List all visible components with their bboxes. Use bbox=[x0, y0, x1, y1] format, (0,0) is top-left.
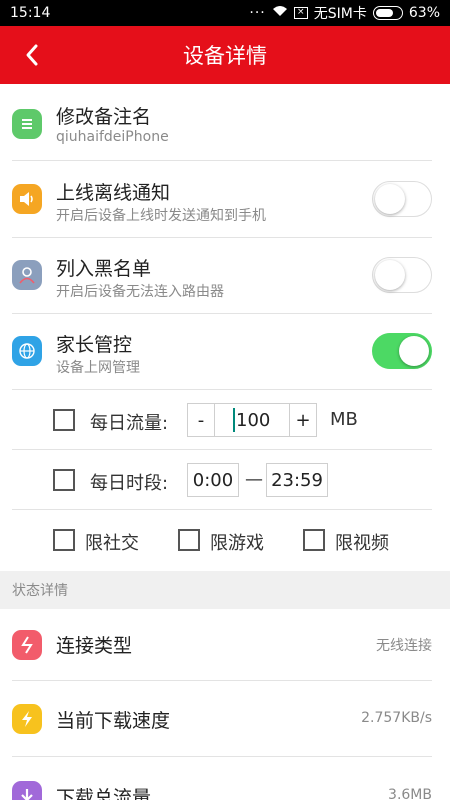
limit-social-label: 限社交 bbox=[85, 533, 139, 554]
divider bbox=[12, 160, 432, 161]
connection-type-label: 连接类型 bbox=[56, 635, 133, 657]
speaker-icon bbox=[12, 184, 42, 214]
dots-icon: ··· bbox=[249, 5, 266, 21]
battery-icon bbox=[372, 6, 403, 20]
connection-type-row: 连接类型 无线连接 bbox=[0, 609, 450, 681]
status-bar: 15:14 ··· × 无SIM卡 63% bbox=[0, 0, 450, 26]
chevron-left-icon bbox=[26, 44, 38, 66]
user-icon bbox=[12, 260, 42, 290]
rename-row[interactable]: 修改备注名 qiuhaifdeiPhone bbox=[0, 84, 450, 162]
back-button[interactable] bbox=[18, 39, 46, 71]
traffic-value: 100 bbox=[236, 409, 271, 431]
daily-traffic-row: 每日流量: - 100 + MB bbox=[0, 390, 450, 450]
battery-percent: 63% bbox=[408, 5, 440, 21]
status-time: 15:14 bbox=[10, 5, 51, 21]
online-notify-desc: 开启后设备上线时发送通知到手机 bbox=[56, 208, 266, 224]
time-start-input[interactable]: 0:00 bbox=[187, 463, 239, 497]
limits-row: 限社交 限游戏 限视频 bbox=[0, 510, 450, 571]
daily-traffic-checkbox[interactable] bbox=[53, 409, 75, 431]
download-icon bbox=[12, 781, 42, 800]
total-download-label: 下载总流量 bbox=[56, 787, 152, 800]
blacklist-label: 列入黑名单 bbox=[56, 258, 152, 280]
status-indicators: ··· × 无SIM卡 63% bbox=[249, 3, 440, 23]
daily-time-label: 每日时段: bbox=[90, 473, 169, 494]
blacklist-row: 列入黑名单 开启后设备无法连入路由器 bbox=[0, 238, 450, 314]
status-section-title: 状态详情 bbox=[0, 571, 450, 609]
parental-toggle[interactable] bbox=[372, 333, 432, 369]
total-download-row: 下载总流量 3.6MB bbox=[0, 757, 450, 800]
app-header: 设备详情 bbox=[0, 26, 450, 84]
limit-games-label: 限游戏 bbox=[210, 533, 264, 554]
sim-icon: × bbox=[293, 7, 308, 19]
limit-video-label: 限视频 bbox=[335, 533, 389, 554]
online-notify-toggle[interactable] bbox=[372, 181, 432, 217]
limit-video-checkbox[interactable] bbox=[303, 529, 325, 551]
list-icon bbox=[12, 109, 42, 139]
daily-traffic-label: 每日流量: bbox=[90, 413, 169, 434]
download-speed-value: 2.757KB/s bbox=[361, 710, 432, 726]
rename-label: 修改备注名 bbox=[56, 106, 152, 128]
limit-games-checkbox[interactable] bbox=[178, 529, 200, 551]
globe-icon bbox=[12, 336, 42, 366]
daily-time-row: 每日时段: 0:00 — 23:59 bbox=[0, 450, 450, 510]
traffic-value-input[interactable]: 100 bbox=[214, 403, 290, 437]
blacklist-toggle[interactable] bbox=[372, 257, 432, 293]
traffic-unit: MB bbox=[330, 409, 358, 430]
total-download-value: 3.6MB bbox=[388, 787, 432, 800]
time-end-input[interactable]: 23:59 bbox=[266, 463, 328, 497]
download-speed-label: 当前下载速度 bbox=[56, 710, 171, 732]
parental-row: 家长管控 设备上网管理 bbox=[0, 314, 450, 390]
time-range-dash: — bbox=[245, 469, 263, 490]
device-name: qiuhaifdeiPhone bbox=[56, 129, 169, 145]
traffic-plus-button[interactable]: + bbox=[289, 403, 317, 437]
limit-social-checkbox[interactable] bbox=[53, 529, 75, 551]
wifi-icon bbox=[272, 5, 288, 21]
lightning-icon bbox=[12, 704, 42, 734]
daily-time-checkbox[interactable] bbox=[53, 469, 75, 491]
online-notify-label: 上线离线通知 bbox=[56, 182, 171, 204]
blacklist-desc: 开启后设备无法连入路由器 bbox=[56, 284, 224, 300]
page-title: 设备详情 bbox=[183, 44, 267, 68]
parental-label: 家长管控 bbox=[56, 334, 133, 356]
traffic-minus-button[interactable]: - bbox=[187, 403, 215, 437]
online-notify-row: 上线离线通知 开启后设备上线时发送通知到手机 bbox=[0, 162, 450, 238]
connection-type-value: 无线连接 bbox=[376, 638, 432, 654]
parental-desc: 设备上网管理 bbox=[56, 360, 140, 376]
connection-icon bbox=[12, 630, 42, 660]
download-speed-row: 当前下载速度 2.757KB/s bbox=[0, 681, 450, 757]
carrier-text: 无SIM卡 bbox=[313, 6, 367, 22]
